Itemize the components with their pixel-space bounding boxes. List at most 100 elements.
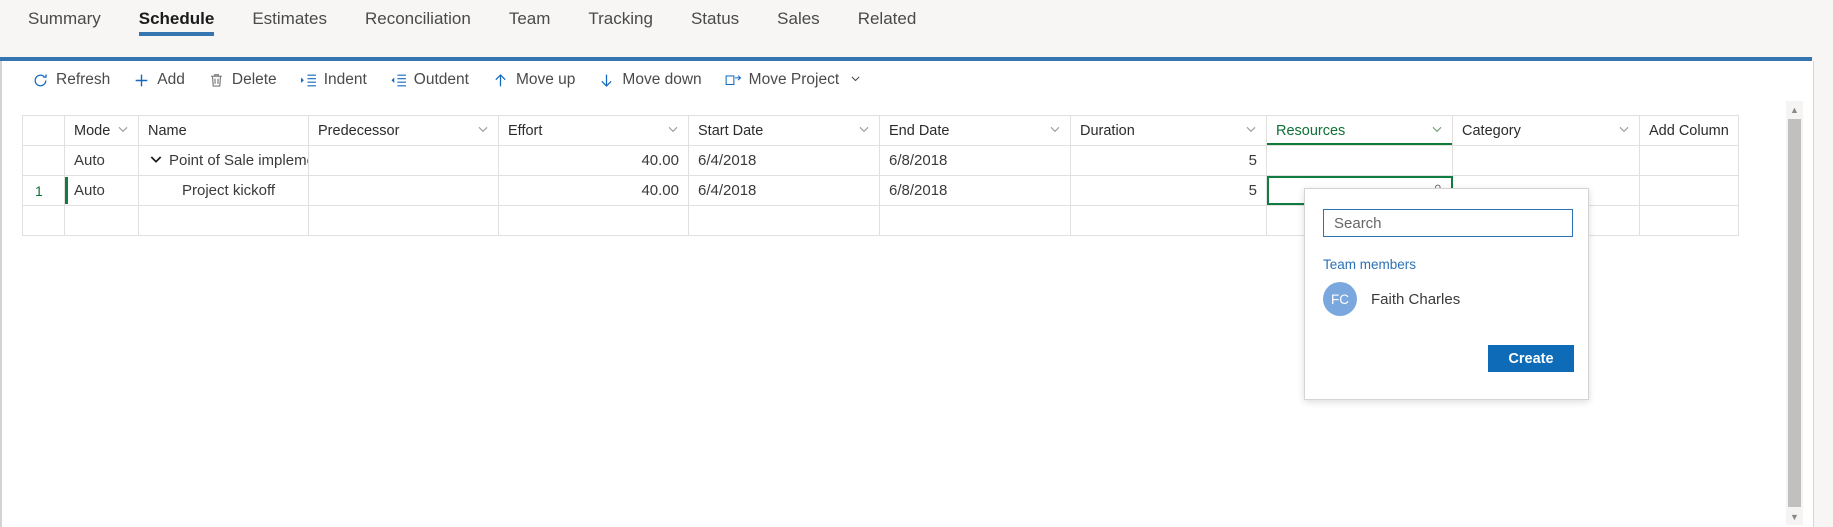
cell-start-date[interactable]: [689, 206, 880, 235]
add-label: Add: [157, 71, 185, 88]
grid-col-header-predecessor[interactable]: Predecessor: [309, 116, 499, 145]
cell-predecessor[interactable]: [309, 206, 499, 235]
cell-end-date[interactable]: [880, 206, 1071, 235]
search-input[interactable]: [1332, 213, 1564, 233]
cell-start-date[interactable]: 6/4/2018: [689, 176, 880, 205]
cell-duration[interactable]: 5: [1071, 176, 1267, 205]
cell-end-date[interactable]: 6/8/2018: [880, 146, 1071, 175]
resource-picker-popup: Team members FC Faith Charles Create: [1304, 188, 1589, 400]
grid-col-header-resources[interactable]: Resources: [1267, 116, 1453, 145]
scroll-up-arrow-icon[interactable]: ▲: [1786, 101, 1803, 118]
outdent-icon: [390, 72, 407, 89]
team-members-label: Team members: [1323, 257, 1417, 272]
scrollbar-thumb[interactable]: [1788, 119, 1801, 507]
tab-related[interactable]: Related: [839, 4, 936, 42]
cell-effort-value: 40.00: [641, 182, 679, 199]
indent-label: Indent: [323, 71, 367, 88]
cell-name[interactable]: [139, 206, 309, 235]
cell-effort[interactable]: 40.00: [499, 176, 689, 205]
cell-add-column: [1640, 146, 1738, 175]
indent-button[interactable]: Indent: [290, 66, 380, 94]
delete-label: Delete: [231, 71, 277, 88]
tab-sales[interactable]: Sales: [758, 4, 839, 42]
refresh-icon: [32, 72, 49, 89]
sort-chevron-icon[interactable]: [854, 123, 870, 139]
scroll-down-arrow-icon[interactable]: ▼: [1786, 508, 1803, 525]
cell-effort-value: 40.00: [641, 152, 679, 169]
move-project-label: Move Project: [748, 71, 840, 88]
col-label-category: Category: [1462, 122, 1521, 139]
sort-chevron-icon[interactable]: [113, 123, 129, 139]
move-up-button[interactable]: Move up: [482, 66, 588, 94]
col-label-resources: Resources: [1276, 122, 1346, 139]
cell-start-date[interactable]: 6/4/2018: [689, 146, 880, 175]
sort-chevron-icon[interactable]: [1614, 123, 1630, 139]
grid-col-header-mode[interactable]: Mode: [65, 116, 139, 145]
sort-chevron-icon[interactable]: [1045, 123, 1061, 139]
cell-resources[interactable]: [1267, 146, 1453, 175]
vertical-scrollbar[interactable]: ▲ ▼: [1786, 101, 1803, 525]
tab-team[interactable]: Team: [490, 4, 570, 42]
sort-chevron-icon[interactable]: [663, 123, 679, 139]
col-label-duration: Duration: [1080, 122, 1135, 139]
tab-status[interactable]: Status: [672, 4, 758, 42]
cell-end-date[interactable]: 6/8/2018: [880, 176, 1071, 205]
grid-col-header-index: [23, 116, 65, 145]
tab-summary[interactable]: Summary: [9, 4, 120, 42]
cell-duration-value: 5: [1248, 182, 1257, 199]
grid-col-header-duration[interactable]: Duration: [1071, 116, 1267, 145]
sort-chevron-icon[interactable]: [1241, 123, 1257, 139]
tab-estimates[interactable]: Estimates: [233, 4, 346, 42]
grid-col-header-effort[interactable]: Effort: [499, 116, 689, 145]
cell-effort[interactable]: [499, 206, 689, 235]
outdent-button[interactable]: Outdent: [380, 66, 482, 94]
cell-end-date-value: 6/8/2018: [889, 182, 948, 199]
col-label-predecessor: Predecessor: [318, 122, 400, 139]
resource-search-box[interactable]: [1323, 209, 1573, 237]
cell-name[interactable]: Project kickoff: [139, 176, 309, 205]
row-selection-indicator: [65, 177, 68, 204]
plus-icon: [133, 72, 150, 89]
list-item[interactable]: FC Faith Charles: [1323, 276, 1573, 322]
cell-mode[interactable]: [65, 206, 139, 235]
sort-chevron-icon[interactable]: [1427, 123, 1443, 139]
col-label-effort: Effort: [508, 122, 543, 139]
delete-button[interactable]: Delete: [198, 66, 290, 94]
tab-tracking[interactable]: Tracking: [569, 4, 672, 42]
grid-col-header-add-column[interactable]: Add Column: [1640, 116, 1738, 145]
page-tabbar: Summary Schedule Estimates Reconciliatio…: [0, 0, 1833, 60]
cell-name[interactable]: Point of Sale implementati: [139, 146, 309, 175]
table-row[interactable]: Auto Point of Sale implementati 40.00 6/…: [23, 146, 1738, 176]
refresh-label: Refresh: [56, 71, 111, 88]
move-up-label: Move up: [515, 71, 576, 88]
cell-category[interactable]: [1453, 146, 1640, 175]
cell-predecessor[interactable]: [309, 176, 499, 205]
sort-chevron-icon[interactable]: [473, 123, 489, 139]
add-button[interactable]: Add: [123, 66, 198, 94]
tab-schedule[interactable]: Schedule: [120, 4, 234, 42]
grid-col-header-category[interactable]: Category: [1453, 116, 1640, 145]
avatar: FC: [1323, 282, 1357, 316]
tab-reconciliation[interactable]: Reconciliation: [346, 4, 490, 42]
col-label-end-date: End Date: [889, 122, 950, 139]
refresh-button[interactable]: Refresh: [22, 66, 123, 94]
cell-mode[interactable]: Auto: [65, 146, 139, 175]
cell-effort[interactable]: 40.00: [499, 146, 689, 175]
move-down-button[interactable]: Move down: [588, 66, 714, 94]
indent-icon: [300, 72, 317, 89]
create-button[interactable]: Create: [1488, 345, 1574, 372]
grid-col-header-name[interactable]: Name: [139, 116, 309, 145]
cell-mode-value: Auto: [74, 182, 105, 199]
cell-mode[interactable]: Auto: [65, 176, 139, 205]
col-label-name: Name: [148, 122, 187, 139]
expand-collapse-chevron-icon[interactable]: [139, 152, 169, 169]
cell-duration[interactable]: [1071, 206, 1267, 235]
cell-duration[interactable]: 5: [1071, 146, 1267, 175]
col-label-add-column: Add Column: [1649, 122, 1729, 139]
move-project-button[interactable]: Move Project: [715, 66, 874, 94]
cell-predecessor[interactable]: [309, 146, 499, 175]
row-index-cell: 1: [23, 176, 65, 205]
grid-col-header-end-date[interactable]: End Date: [880, 116, 1071, 145]
grid-col-header-start-date[interactable]: Start Date: [689, 116, 880, 145]
cell-add-column: [1640, 176, 1738, 205]
